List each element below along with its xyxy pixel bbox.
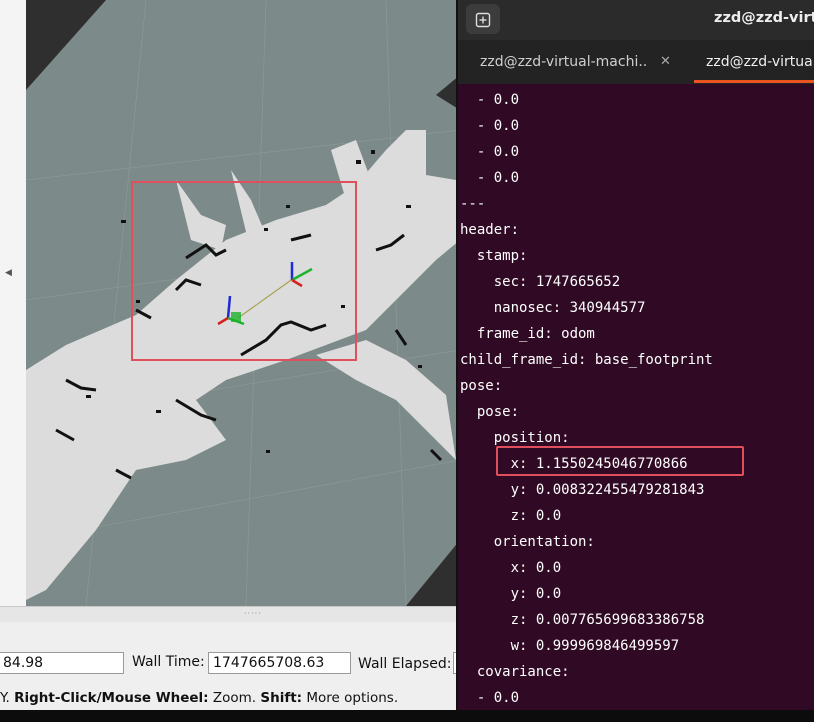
terminal-line: - 0.0 (460, 690, 520, 706)
rviz-window: ◀ ····· 84.98 Wall Time: 1747665708.63 W… (0, 0, 463, 722)
ros-time-field[interactable] (0, 652, 124, 674)
terminal-line: y: 0.0 (460, 586, 562, 602)
hint-shift-desc: More options. (302, 690, 399, 706)
hint-prefix: Y. (0, 690, 15, 706)
active-tab-indicator (694, 80, 814, 83)
terminal-line: covariance: (460, 664, 570, 680)
terminal-line: nanosec: 340944577 (460, 300, 646, 316)
hint-shift-label: Shift: (260, 690, 303, 706)
wall-time-field[interactable] (208, 652, 351, 674)
wall-time-label: Wall Time: (132, 654, 205, 670)
terminal-line: stamp: (460, 248, 528, 264)
terminal-titlebar[interactable]: zzd@zzd-virtual- (458, 0, 814, 40)
terminal-output[interactable]: - 0.0 - 0.0 - 0.0 - 0.0 --- header: stamp:… (458, 84, 814, 710)
close-tab-icon[interactable]: ✕ (660, 40, 671, 84)
wall-elapsed-label: Wall Elapsed: (358, 656, 452, 672)
new-tab-icon (475, 12, 491, 27)
terminal-line: - 0.0 (460, 144, 520, 160)
status-hint: Y. Right-Click/Mouse Wheel: Zoom. Shift:… (0, 686, 460, 710)
new-tab-button[interactable] (466, 4, 500, 34)
terminal-line: - 0.0 (460, 118, 520, 134)
position-x-highlight-box (496, 446, 744, 476)
time-panel: Wall Time: Wall Elapsed: (0, 622, 463, 680)
terminal-line: frame_id: odom (460, 326, 595, 342)
terminal-line: w: 0.999969846499597 (460, 638, 680, 654)
terminal-line: - 0.0 (460, 170, 520, 186)
panel-splitter[interactable]: ····· (0, 606, 460, 623)
terminal-line: - 0.0 (460, 92, 520, 108)
hint-right-click-label: Right-Click/Mouse Wheel: (14, 690, 209, 706)
hint-right-click-desc: Zoom. (208, 690, 261, 706)
terminal-line: header: (460, 222, 520, 238)
terminal-line: --- (460, 196, 486, 212)
terminal-line: pose: (460, 378, 503, 394)
displays-panel-collapsed[interactable]: ◀ (0, 0, 27, 606)
3d-viewport[interactable] (26, 0, 460, 606)
tab-terminal-1[interactable]: zzd@zzd-virtual-machi... (480, 40, 648, 84)
tab-bar: zzd@zzd-virtual-machi... ✕ zzd@zzd-virtu… (458, 40, 814, 84)
terminal-line: x: 0.0 (460, 560, 562, 576)
terminal-line: sec: 1747665652 (460, 274, 621, 290)
splitter-handle-icon[interactable]: ····· (244, 609, 262, 618)
tab-terminal-2[interactable]: zzd@zzd-virtual- (706, 40, 814, 84)
screen-bottom-edge (0, 710, 814, 722)
map-render[interactable] (26, 0, 460, 606)
window-title: zzd@zzd-virtual- (714, 10, 814, 26)
terminal-line: orientation: (460, 534, 595, 550)
collapse-arrow-icon[interactable]: ◀ (5, 268, 12, 278)
terminal-line: y: 0.008322455479281843 (460, 482, 705, 498)
terminal-window: zzd@zzd-virtual- zzd@zzd-virtual-machi..… (456, 0, 814, 710)
terminal-line: z: 0.0 (460, 508, 562, 524)
terminal-line: pose: (460, 404, 520, 420)
terminal-line: z: 0.007765699683386758 (460, 612, 705, 628)
terminal-line: child_frame_id: base_footprint (460, 352, 713, 368)
